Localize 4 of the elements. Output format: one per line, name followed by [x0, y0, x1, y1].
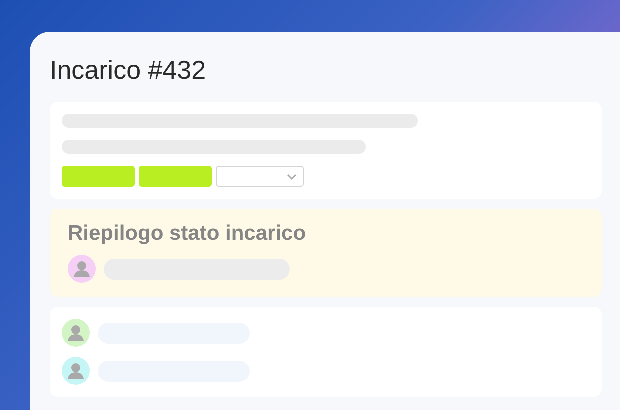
dropdown[interactable] [216, 166, 304, 187]
summary-heading: Riepilogo stato incarico [68, 221, 308, 247]
chevron-icon [287, 174, 297, 180]
task-title: Incarico #432 [50, 54, 208, 86]
